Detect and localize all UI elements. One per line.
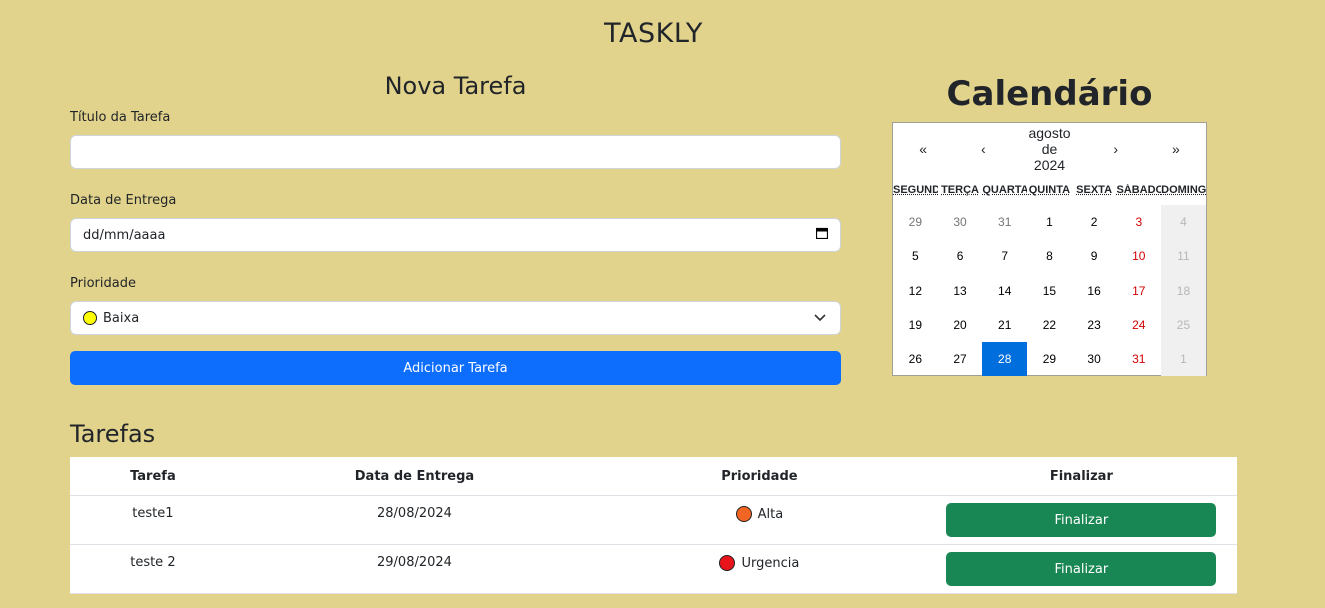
calendar-day[interactable]: 26	[893, 342, 938, 376]
task-due-date: 29/08/2024	[235, 544, 594, 594]
chevron-down-icon	[814, 311, 826, 326]
task-priority: Urgencia	[593, 544, 926, 594]
table-row: teste 2 29/08/2024 Urgencia Finalizar	[70, 544, 1237, 594]
finish-task-button[interactable]: Finalizar	[946, 503, 1217, 537]
calendar-day[interactable]: 31	[1116, 342, 1161, 376]
tasks-title: Tarefas	[70, 420, 156, 448]
calendar-grid: 29 30 31 1 2 3 4 5 6 7 8 9 10 11 12 13 14 15 16 17 18 19 20 21 2…	[893, 205, 1206, 377]
weekday-label: QUINTA	[1028, 184, 1071, 196]
calendar-day[interactable]: 10	[1116, 239, 1161, 273]
priority-select[interactable]: Baixa	[70, 301, 841, 335]
calendar-day[interactable]: 15	[1027, 274, 1072, 308]
calendar-day[interactable]: 9	[1072, 239, 1117, 273]
calendar-day[interactable]: 21	[982, 308, 1027, 342]
priority-label: Alta	[757, 506, 784, 522]
month-name: agosto	[1028, 125, 1071, 141]
month-connector: de	[1041, 141, 1058, 157]
weekday-label: DOMINGO	[1161, 184, 1206, 196]
calendar-day[interactable]: 7	[982, 239, 1027, 273]
weekday-label: SEXTA	[1076, 184, 1113, 196]
weekday-label: QUARTA	[982, 184, 1028, 196]
calendar-day[interactable]: 16	[1072, 274, 1117, 308]
priority-label: Urgencia	[741, 555, 800, 571]
priority-color-dot	[83, 311, 97, 325]
new-task-form: Nova Tarefa Título da Tarefa Data de Ent…	[70, 72, 841, 385]
calendar-day[interactable]: 25	[1161, 307, 1206, 343]
calendar-day[interactable]: 29	[893, 205, 938, 239]
next-month-button[interactable]: ›	[1086, 141, 1146, 157]
calendar-day-today[interactable]: 28	[982, 342, 1028, 377]
app-title: TASKLY	[604, 18, 703, 49]
calendar-day[interactable]: 5	[893, 239, 938, 273]
weekday-label: SÁBADO	[1116, 184, 1162, 196]
calendar-day[interactable]: 20	[938, 308, 983, 342]
add-task-button[interactable]: Adicionar Tarefa	[70, 351, 841, 385]
due-date-placeholder: dd/mm/aaaa	[83, 227, 166, 243]
header-task: Tarefa	[70, 457, 236, 496]
priority-selected-value: Baixa	[103, 310, 140, 326]
calendar-day[interactable]: 30	[1072, 342, 1117, 376]
calendar-icon[interactable]	[815, 227, 829, 243]
calendar-day[interactable]: 11	[1161, 239, 1206, 274]
weekday-label: SEGUNDA	[893, 184, 938, 196]
calendar-day[interactable]: 29	[1027, 342, 1072, 376]
header-due-date: Data de Entrega	[235, 457, 594, 496]
calendar-day[interactable]: 4	[1161, 205, 1206, 240]
task-priority: Alta	[593, 495, 926, 545]
calendar-day[interactable]: 8	[1027, 239, 1072, 273]
calendar-day[interactable]: 22	[1027, 308, 1072, 342]
month-year: 2024	[1033, 157, 1066, 173]
finish-task-button[interactable]: Finalizar	[946, 552, 1217, 586]
calendar-day[interactable]: 2	[1072, 205, 1117, 239]
task-name: teste 2	[70, 544, 236, 594]
task-due-date: 28/08/2024	[235, 495, 594, 545]
form-title: Nova Tarefa	[384, 72, 527, 100]
calendar-day[interactable]: 6	[938, 239, 983, 273]
calendar-day[interactable]: 24	[1116, 308, 1161, 342]
next-year-button[interactable]: »	[1146, 141, 1206, 157]
calendar-title: Calendário	[946, 74, 1153, 114]
table-row: teste1 28/08/2024 Alta Finalizar	[70, 495, 1237, 545]
priority-color-dot	[735, 506, 752, 522]
calendar-day[interactable]: 30	[938, 205, 983, 239]
calendar-day[interactable]: 3	[1116, 205, 1161, 239]
calendar-nav: « ‹ agosto de 2024 › »	[893, 123, 1206, 175]
calendar-day[interactable]: 13	[938, 274, 983, 308]
priority-color-dot	[719, 555, 736, 571]
calendar-day[interactable]: 1	[1161, 342, 1206, 377]
calendar-day[interactable]: 19	[893, 308, 938, 342]
task-title-input[interactable]	[70, 135, 841, 169]
calendar-day[interactable]: 31	[982, 205, 1027, 239]
task-name: teste1	[70, 495, 236, 545]
calendar-day[interactable]: 18	[1161, 273, 1206, 308]
calendar-day[interactable]: 14	[982, 274, 1027, 308]
weekday-header: SEGUNDATERÇAQUARTAQUINTA SEXTASÁBADODOMIN…	[893, 175, 1206, 205]
priority-label: Prioridade	[70, 276, 136, 291]
task-action-cell: Finalizar	[925, 544, 1237, 594]
tasks-table: Tarefa Data de Entrega Prioridade Finali…	[70, 457, 1237, 594]
due-date-input[interactable]: dd/mm/aaaa	[70, 218, 841, 252]
header-priority: Prioridade	[593, 457, 926, 496]
task-title-label: Título da Tarefa	[70, 110, 171, 125]
prev-month-button[interactable]: ‹	[953, 141, 1013, 157]
task-action-cell: Finalizar	[925, 495, 1237, 545]
calendar-day[interactable]: 17	[1116, 274, 1161, 308]
prev-year-button[interactable]: «	[893, 141, 953, 157]
due-date-label: Data de Entrega	[70, 193, 177, 208]
calendar-day[interactable]: 1	[1027, 205, 1072, 239]
calendar-day[interactable]: 23	[1072, 308, 1117, 342]
header-finish: Finalizar	[925, 457, 1237, 496]
calendar-day[interactable]: 27	[938, 342, 983, 376]
calendar-day[interactable]: 12	[893, 274, 938, 308]
calendar: « ‹ agosto de 2024 › » SEGUNDATERÇAQUART…	[892, 122, 1207, 377]
month-label[interactable]: agosto de 2024	[1013, 125, 1085, 173]
weekday-label: TERÇA	[941, 184, 979, 196]
